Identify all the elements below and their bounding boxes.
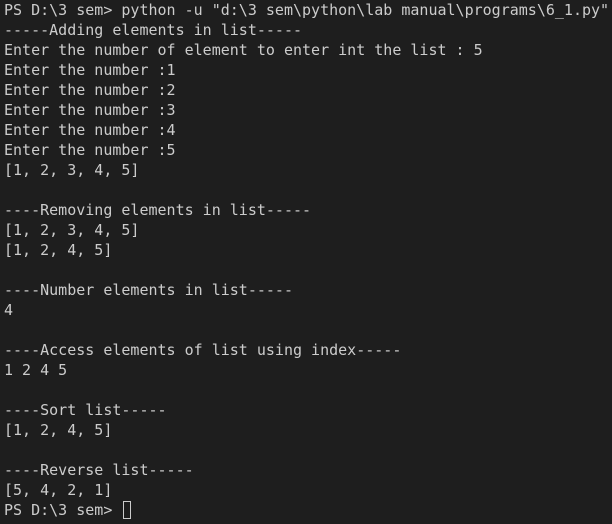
terminal-line: Enter the number :1 bbox=[4, 61, 176, 79]
terminal-line: Enter the number :2 bbox=[4, 81, 176, 99]
terminal-line: Enter the number :4 bbox=[4, 121, 176, 139]
terminal-line: -----Adding elements in list----- bbox=[4, 21, 303, 39]
command-prompt[interactable]: PS D:\3 sem> bbox=[4, 500, 612, 520]
terminal-line: ----Reverse list----- bbox=[4, 461, 194, 479]
terminal-line: [1, 2, 4, 5] bbox=[4, 241, 113, 259]
terminal-line: ----Removing elements in list----- bbox=[4, 201, 312, 219]
terminal-output[interactable]: PS D:\3 sem> python -u "d:\3 sem\python\… bbox=[0, 0, 612, 524]
terminal-line: PS D:\3 sem> python -u "d:\3 sem\python\… bbox=[4, 1, 610, 19]
terminal-line: 4 bbox=[4, 301, 14, 319]
terminal-line: [1, 2, 4, 5] bbox=[4, 421, 113, 439]
terminal-line: Enter the number of element to enter int… bbox=[4, 41, 483, 59]
terminal-line: Enter the number :3 bbox=[4, 101, 176, 119]
prompt-text: PS D:\3 sem> bbox=[4, 501, 122, 519]
terminal-line: ----Number elements in list----- bbox=[4, 281, 293, 299]
terminal-line: [1, 2, 3, 4, 5] bbox=[4, 221, 140, 239]
terminal-line: Enter the number :5 bbox=[4, 141, 176, 159]
terminal-line: [5, 4, 2, 1] bbox=[4, 481, 113, 499]
terminal-line: ----Access elements of list using index-… bbox=[4, 341, 402, 359]
terminal-line: ----Sort list----- bbox=[4, 401, 167, 419]
text-cursor[interactable] bbox=[123, 501, 132, 519]
terminal-line: 1 2 4 5 bbox=[4, 361, 68, 379]
terminal-line: [1, 2, 3, 4, 5] bbox=[4, 161, 140, 179]
